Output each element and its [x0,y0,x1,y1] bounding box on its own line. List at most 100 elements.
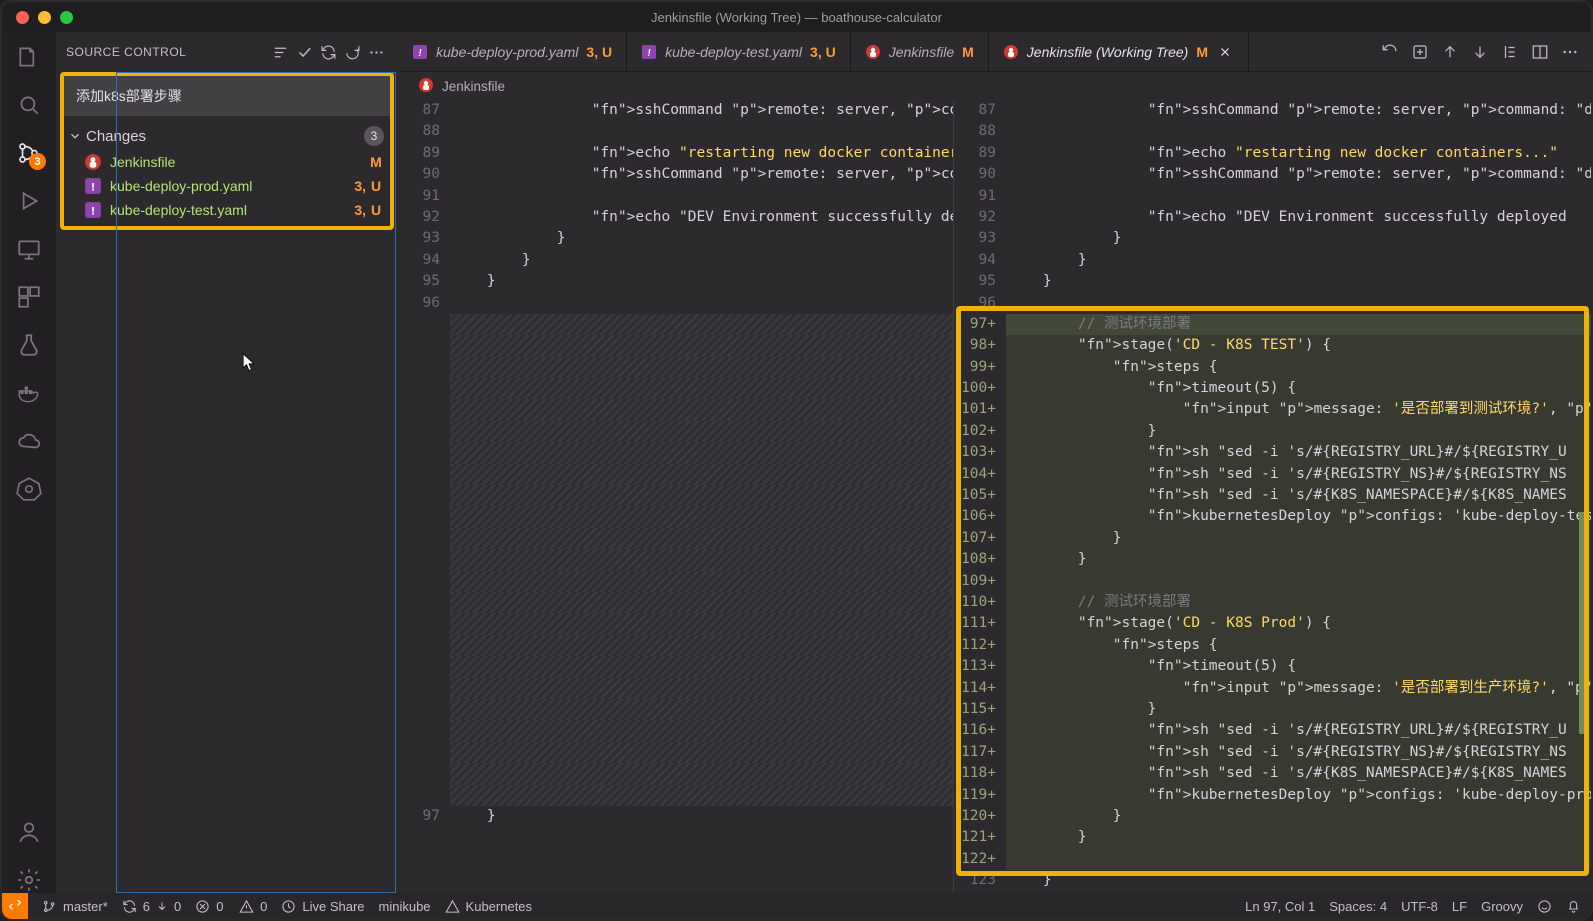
kubernetes-indicator[interactable]: Kubernetes [445,899,533,914]
testing-icon[interactable] [16,332,42,358]
code-line[interactable] [450,656,953,677]
explorer-icon[interactable] [16,44,42,70]
commit-icon[interactable] [292,40,316,64]
source-control-icon[interactable]: 3 [16,140,42,166]
code-line[interactable] [450,335,953,356]
cursor-position[interactable]: Ln 97, Col 1 [1245,899,1315,914]
diff-editor[interactable]: 8788899091929394959697 "fn">sshCommand "… [398,100,1591,893]
breadcrumb[interactable]: Jenkinsfile [398,72,1591,100]
diff-left-pane[interactable]: 8788899091929394959697 "fn">sshCommand "… [398,100,954,893]
next-change-icon[interactable] [1471,43,1489,61]
diff-right-pane[interactable]: 8788899091929394959697+98+99+100+101+102… [954,100,1591,893]
code-line[interactable]: "fn">sh "sed -i 's/#{REGISTRY_URL}#/${RE… [1006,720,1591,741]
code-line[interactable] [450,506,953,527]
code-line[interactable] [450,613,953,634]
stage-changes-icon[interactable] [1411,43,1429,61]
close-window-icon[interactable] [16,11,29,24]
extensions-icon[interactable] [16,284,42,310]
code-line[interactable] [1006,849,1591,870]
code-line[interactable]: } [1006,806,1591,827]
code-line[interactable] [450,378,953,399]
code-line[interactable] [450,549,953,570]
eol-indicator[interactable]: LF [1452,899,1467,914]
remote-indicator[interactable] [2,893,28,919]
code-line[interactable]: "fn">echo "DEV Environment successfully … [450,207,953,228]
code-line[interactable] [450,678,953,699]
code-line[interactable]: "fn">echo "restarting new docker contain… [450,143,953,164]
code-line[interactable] [1006,186,1591,207]
minimap[interactable] [1577,100,1591,893]
commit-message-input[interactable]: 添加k8s部署步骤 [64,76,390,116]
refresh-icon[interactable] [316,40,340,64]
code-line[interactable]: "fn">echo "restarting new docker contain… [1006,143,1591,164]
code-line[interactable]: } [1006,549,1591,570]
code-line[interactable] [450,720,953,741]
indentation-indicator[interactable]: Spaces: 4 [1329,899,1387,914]
code-line[interactable]: "fn">sh "sed -i 's/#{K8S_NAMESPACE}#/${K… [1006,763,1591,784]
code-line[interactable]: } [450,271,953,292]
code-line[interactable] [450,528,953,549]
discard-icon[interactable] [340,40,364,64]
code-line[interactable] [450,742,953,763]
code-line[interactable] [450,785,953,806]
code-line[interactable] [450,699,953,720]
changed-file-row[interactable]: !kube-deploy-prod.yaml3,U [64,174,390,198]
problems-indicator[interactable]: 0 0 [195,899,267,914]
view-as-tree-icon[interactable] [268,40,292,64]
code-line[interactable]: "fn">sh "sed -i 's/#{REGISTRY_URL}#/${RE… [1006,442,1591,463]
cloud-icon[interactable] [16,428,42,454]
code-line[interactable]: } [1006,699,1591,720]
split-editor-icon[interactable] [1531,43,1549,61]
code-line[interactable] [450,592,953,613]
code-line[interactable]: // 测试环境部署 [1006,314,1591,335]
code-line[interactable] [450,293,953,314]
more-actions-icon[interactable] [1561,43,1579,61]
code-line[interactable]: "fn">stage('CD - K8S Prod') { [1006,613,1591,634]
settings-gear-icon[interactable] [16,867,42,893]
code-line[interactable]: } [450,806,953,827]
code-line[interactable] [450,485,953,506]
code-line[interactable] [1006,571,1591,592]
editor-tab[interactable]: JenkinsfileM [851,32,989,71]
code-line[interactable] [450,763,953,784]
code-line[interactable] [1006,121,1591,142]
code-line[interactable] [450,399,953,420]
editor-tab[interactable]: !kube-deploy-prod.yaml3, U [398,32,627,71]
run-debug-icon[interactable] [16,188,42,214]
code-line[interactable]: } [1006,827,1591,848]
editor-tab[interactable]: Jenkinsfile (Working Tree)M [989,32,1249,71]
close-tab-icon[interactable] [1216,43,1234,61]
code-line[interactable]: "fn">stage('CD - K8S TEST') { [1006,335,1591,356]
editor-tab[interactable]: !kube-deploy-test.yaml3, U [627,32,851,71]
code-line[interactable]: "fn">sh "sed -i 's/#{REGISTRY_NS}#/${REG… [1006,464,1591,485]
code-line[interactable]: } [1006,421,1591,442]
code-line[interactable]: "fn">kubernetesDeploy "p">configs: 'kube… [1006,506,1591,527]
code-line[interactable]: "fn">timeout(5) { [1006,656,1591,677]
code-line[interactable] [450,186,953,207]
remote-explorer-icon[interactable] [16,236,42,262]
toggle-whitespace-icon[interactable] [1501,43,1519,61]
code-line[interactable]: } [450,228,953,249]
code-line[interactable]: "fn">sshCommand "p">remote: server, "p">… [1006,100,1591,121]
prev-change-icon[interactable] [1441,43,1459,61]
code-line[interactable]: "fn">input "p">message: '是否部署到测试环境?', "p… [1006,399,1591,420]
changed-file-row[interactable]: JenkinsfileM [64,150,390,174]
code-line[interactable]: } [1006,250,1591,271]
code-line[interactable]: "fn">steps { [1006,357,1591,378]
code-line[interactable]: "fn">input "p">message: '是否部署到生产环境?', "p… [1006,678,1591,699]
code-line[interactable]: "fn">timeout(5) { [1006,378,1591,399]
code-line[interactable] [450,571,953,592]
search-icon[interactable] [16,92,42,118]
code-line[interactable]: } [1006,228,1591,249]
discard-changes-icon[interactable] [1381,43,1399,61]
branch-indicator[interactable]: master* [42,899,108,914]
more-icon[interactable] [364,40,388,64]
notifications-icon[interactable] [1566,899,1581,914]
minimize-window-icon[interactable] [38,11,51,24]
live-share-indicator[interactable]: Live Share [281,899,364,914]
code-line[interactable]: "fn">sh "sed -i 's/#{K8S_NAMESPACE}#/${K… [1006,485,1591,506]
code-line[interactable]: // 测试环境部署 [1006,592,1591,613]
code-line[interactable]: "fn">steps { [1006,635,1591,656]
code-line[interactable] [450,314,953,335]
code-line[interactable] [450,421,953,442]
